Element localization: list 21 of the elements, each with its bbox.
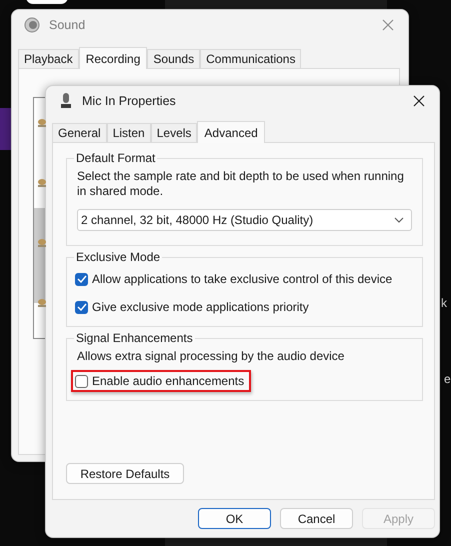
- window-title: Mic In Properties: [82, 94, 177, 108]
- background-text: k: [441, 296, 447, 310]
- group-title: Exclusive Mode: [75, 250, 162, 264]
- description-text: Select the sample rate and bit depth to be used when running in shared mode.: [77, 169, 405, 199]
- description-text: Allows extra signal processing by the audio device: [77, 349, 346, 364]
- window-title: Sound: [49, 18, 86, 32]
- tab[interactable]: Sounds: [147, 49, 200, 68]
- format-dropdown[interactable]: 2 channel, 32 bit, 48000 Hz (Studio Quality): [77, 209, 412, 231]
- background-text: e: [444, 372, 451, 386]
- tab[interactable]: Recording: [78, 47, 148, 69]
- tab[interactable]: Communications: [200, 49, 302, 68]
- group-title: Signal Enhancements: [75, 331, 194, 345]
- dialog-button[interactable]: OK: [198, 508, 271, 529]
- tab[interactable]: Playback: [18, 49, 79, 68]
- dialog-button[interactable]: Cancel: [280, 508, 353, 529]
- tab[interactable]: Advanced: [197, 121, 265, 143]
- tab[interactable]: Listen: [106, 123, 151, 142]
- restore-defaults-button[interactable]: Restore Defaults: [66, 463, 184, 484]
- tab[interactable]: Levels: [150, 123, 198, 142]
- tab[interactable]: General: [52, 123, 107, 142]
- group-title: Default Format: [75, 151, 156, 165]
